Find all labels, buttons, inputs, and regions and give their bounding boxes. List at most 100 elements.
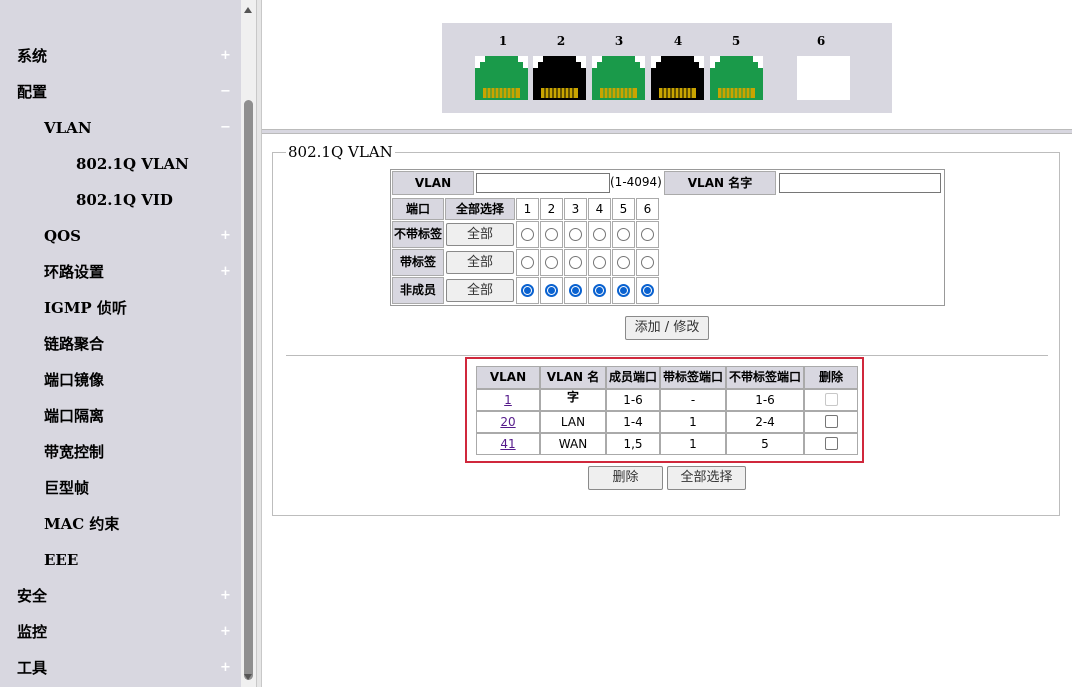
scroll-up-icon[interactable] — [244, 7, 252, 13]
vlan-range-hint: (1-4094) — [610, 175, 662, 189]
membership-radio[interactable] — [545, 284, 558, 297]
expand-icon[interactable]: + — [220, 614, 231, 650]
vlan-id-input[interactable] — [476, 173, 610, 193]
vlan-list-cell-tagged: 1 — [660, 433, 726, 455]
membership-radio[interactable] — [593, 284, 606, 297]
tagged-select-all-button[interactable]: 全部 — [446, 251, 514, 274]
nav-item-mac-limit[interactable]: MAC 约束 — [0, 506, 241, 542]
vlan-list-header: 不带标签端口 — [726, 366, 804, 389]
nav-label: VLAN — [44, 119, 92, 137]
port-col-number: 5 — [612, 198, 635, 220]
delete-button[interactable]: 删除 — [588, 466, 663, 490]
nav-label: 工具 — [17, 659, 48, 677]
membership-radio[interactable] — [569, 228, 582, 241]
membership-radio[interactable] — [545, 228, 558, 241]
vlan-list-cell-untagged: 5 — [726, 433, 804, 455]
collapse-icon[interactable]: − — [220, 110, 231, 146]
vlan-name-input[interactable] — [779, 173, 941, 193]
select-all-button[interactable]: 全部选择 — [667, 466, 746, 490]
nav-label: 环路设置 — [44, 263, 105, 281]
membership-radio[interactable] — [593, 256, 606, 269]
vlan-id-label: VLAN — [392, 171, 474, 195]
frame-divider[interactable] — [256, 0, 262, 687]
membership-radio[interactable] — [617, 228, 630, 241]
vlan-link[interactable]: 41 — [500, 437, 515, 451]
vlan-name-label: VLAN 名字 — [664, 171, 776, 195]
nav-item-config[interactable]: 配置 − — [0, 74, 241, 110]
expand-icon[interactable]: + — [220, 218, 231, 254]
nav-item-link-aggregation[interactable]: 链路聚合 — [0, 326, 241, 362]
membership-radio[interactable] — [521, 228, 534, 241]
nav-item-vlan[interactable]: VLAN − — [0, 110, 241, 146]
membership-radio[interactable] — [641, 256, 654, 269]
expand-icon[interactable]: + — [220, 578, 231, 614]
membership-radio[interactable] — [617, 256, 630, 269]
nav-item-jumbo-frame[interactable]: 巨型帧 — [0, 470, 241, 506]
membership-radio[interactable] — [641, 284, 654, 297]
expand-icon[interactable]: + — [220, 254, 231, 290]
vlan-list-cell-vlan: 20 — [476, 411, 540, 433]
nav-item-security[interactable]: 安全 + — [0, 578, 241, 614]
port-col-header: 端口 — [392, 198, 444, 220]
nav-item-loop[interactable]: 环路设置 + — [0, 254, 241, 290]
nav-item-igmp[interactable]: IGMP 侦听 — [0, 290, 241, 326]
vlan-list-cell-vlan: 1 — [476, 389, 540, 411]
nav-item-8021q-vid[interactable]: 802.1Q VID — [0, 182, 241, 218]
nav-item-bandwidth[interactable]: 带宽控制 — [0, 434, 241, 470]
vlan-link[interactable]: 1 — [504, 393, 512, 407]
nav-item-system[interactable]: 系统 + — [0, 38, 241, 74]
nav-item-qos[interactable]: QOS + — [0, 218, 241, 254]
nav-item-port-isolation[interactable]: 端口隔离 — [0, 398, 241, 434]
membership-radio[interactable] — [545, 256, 558, 269]
nav-item-tools[interactable]: 工具 + — [0, 650, 241, 686]
port-number: 3 — [614, 34, 624, 48]
delete-checkbox-disabled — [825, 393, 838, 406]
nav-label: MAC 约束 — [44, 515, 120, 533]
nav-item-eee[interactable]: EEE — [0, 542, 241, 578]
port-col-number: 3 — [564, 198, 587, 220]
sidebar: 系统 + 配置 − VLAN − 802.1Q VLAN 802.1Q VID QOS… — [0, 0, 241, 687]
vlan-link[interactable]: 20 — [500, 415, 515, 429]
scrollbar-thumb[interactable] — [244, 100, 253, 680]
vlan-list-cell-members: 1-6 — [606, 389, 660, 411]
untagged-select-all-button[interactable]: 全部 — [446, 223, 514, 246]
sidebar-scrollbar[interactable] — [241, 0, 256, 687]
delete-checkbox[interactable] — [825, 415, 838, 428]
vlan-list-cell-untagged: 1-6 — [726, 389, 804, 411]
vlan-list-cell-name: LAN — [540, 411, 606, 433]
ethernet-port-down-icon — [533, 56, 586, 100]
port-number: 5 — [731, 34, 741, 48]
delete-checkbox[interactable] — [825, 437, 838, 450]
ethernet-port-down-icon — [651, 56, 704, 100]
non-member-row-label: 非成员 — [392, 277, 444, 304]
port-col-number: 4 — [588, 198, 611, 220]
collapse-icon[interactable]: − — [220, 74, 231, 110]
port-col-number: 1 — [516, 198, 539, 220]
expand-icon[interactable]: + — [220, 650, 231, 686]
vlan-list-header: 删除 — [804, 366, 858, 389]
port-number: 2 — [556, 34, 566, 48]
nav-label: 系统 — [17, 47, 48, 65]
membership-radio[interactable] — [617, 284, 630, 297]
add-modify-button[interactable]: 添加 / 修改 — [625, 316, 709, 340]
port-col-number: 2 — [540, 198, 563, 220]
vlan-list-cell-members: 1,5 — [606, 433, 660, 455]
membership-radio[interactable] — [521, 284, 534, 297]
frame-divider-horizontal[interactable] — [262, 129, 1072, 134]
non-member-select-all-button[interactable]: 全部 — [446, 279, 514, 302]
port-col-number: 6 — [636, 198, 659, 220]
nav-label: QOS — [44, 227, 81, 245]
membership-radio[interactable] — [641, 228, 654, 241]
expand-icon[interactable]: + — [220, 38, 231, 74]
membership-radio[interactable] — [569, 284, 582, 297]
membership-radio[interactable] — [521, 256, 534, 269]
nav-item-8021q-vlan[interactable]: 802.1Q VLAN — [0, 146, 241, 182]
scroll-down-icon[interactable] — [244, 674, 252, 680]
fieldset-legend: 802.1Q VLAN — [286, 143, 395, 161]
vlan-list-header: 成员端口 — [606, 366, 660, 389]
membership-radio[interactable] — [569, 256, 582, 269]
membership-radio[interactable] — [593, 228, 606, 241]
nav-item-port-mirror[interactable]: 端口镜像 — [0, 362, 241, 398]
vlan-list-header: VLAN — [476, 366, 540, 389]
nav-item-monitor[interactable]: 监控 + — [0, 614, 241, 650]
